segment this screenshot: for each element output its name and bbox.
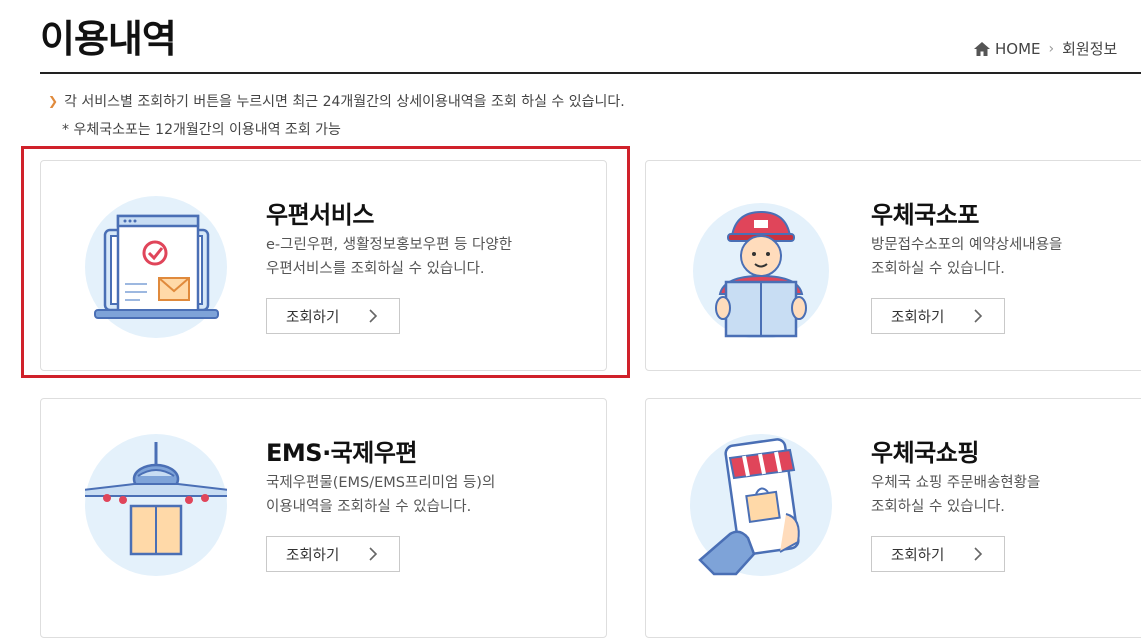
breadcrumb-member-info[interactable]: 회원정보 (1062, 38, 1117, 59)
card-desc-line1: 국제우편물(EMS/EMS프리미엄 등)의 (266, 475, 496, 491)
view-button-parcel[interactable]: 조회하기 (871, 298, 1005, 334)
notice-main-text: 각 서비스별 조회하기 버튼을 누르시면 최근 24개월간의 상세이용내역을 조… (64, 94, 625, 110)
card-desc-line2: 이용내역을 조회하실 수 있습니다. (266, 499, 472, 515)
card-parcel: 우체국소포 방문접수소포의 예약상세내용을 조회하실 수 있습니다. 조회하기 (645, 160, 1141, 371)
page-title: 이용내역 (40, 17, 177, 61)
card-description: 국제우편물(EMS/EMS프리미엄 등)의 이용내역을 조회하실 수 있습니다. (266, 471, 495, 519)
card-title: 우체국쇼핑 (871, 439, 979, 467)
chevron-right-icon (369, 309, 378, 323)
card-postal-service: 우편서비스 e-그린우편, 생활정보홍보우편 등 다양한 우편서비스를 조회하실… (40, 160, 607, 371)
card-description: 방문접수소포의 예약상세내용을 조회하실 수 있습니다. (871, 233, 1062, 281)
home-icon[interactable] (973, 41, 991, 57)
chevron-right-icon (369, 547, 378, 561)
card-description: 우체국 쇼핑 주문배송현황을 조회하실 수 있습니다. (871, 471, 1040, 519)
card-desc-line2: 조회하실 수 있습니다. (871, 261, 1005, 277)
notice-sub: * 우체국소포는 12개월간의 이용내역 조회 가능 (62, 122, 341, 138)
card-ems-international: EMS·국제우편 국제우편물(EMS/EMS프리미엄 등)의 이용내역을 조회하… (40, 398, 607, 638)
view-button-shopping[interactable]: 조회하기 (871, 536, 1005, 572)
card-title: 우편서비스 (266, 201, 374, 229)
view-button-postal-service[interactable]: 조회하기 (266, 298, 400, 334)
card-desc-line1: 방문접수소포의 예약상세내용을 (871, 237, 1063, 253)
card-description: e-그린우편, 생활정보홍보우편 등 다양한 우편서비스를 조회하실 수 있습니… (266, 233, 512, 281)
notice-main: ❯ 각 서비스별 조회하기 버튼을 누르시면 최근 24개월간의 상세이용내역을… (48, 91, 625, 111)
mobile-shop-icon (690, 434, 832, 576)
breadcrumb-home[interactable]: HOME (995, 40, 1041, 58)
view-button-label: 조회하기 (286, 309, 340, 326)
view-button-label: 조회하기 (286, 547, 340, 564)
courier-parcel-icon (693, 203, 829, 338)
card-title: EMS·국제우편 (266, 439, 418, 467)
view-button-label: 조회하기 (891, 309, 945, 326)
title-divider (40, 72, 1141, 74)
card-desc-line1: e-그린우편, 생활정보홍보우편 등 다양한 (266, 237, 513, 253)
view-button-ems[interactable]: 조회하기 (266, 536, 400, 572)
view-button-label: 조회하기 (891, 547, 945, 564)
airplane-parcel-icon (85, 434, 227, 576)
breadcrumb: HOME › 회원정보 (973, 38, 1117, 59)
bullet-arrow-icon: ❯ (48, 94, 59, 108)
card-desc-line2: 우편서비스를 조회하실 수 있습니다. (266, 261, 485, 277)
chevron-right-icon: › (1048, 40, 1055, 57)
card-desc-line1: 우체국 쇼핑 주문배송현황을 (871, 475, 1041, 491)
card-post-shopping: 우체국쇼핑 우체국 쇼핑 주문배송현황을 조회하실 수 있습니다. 조회하기 (645, 398, 1141, 638)
card-desc-line2: 조회하실 수 있습니다. (871, 499, 1005, 515)
chevron-right-icon (974, 547, 983, 561)
card-title: 우체국소포 (871, 201, 979, 229)
laptop-mail-icon (85, 196, 227, 338)
chevron-right-icon (974, 309, 983, 323)
